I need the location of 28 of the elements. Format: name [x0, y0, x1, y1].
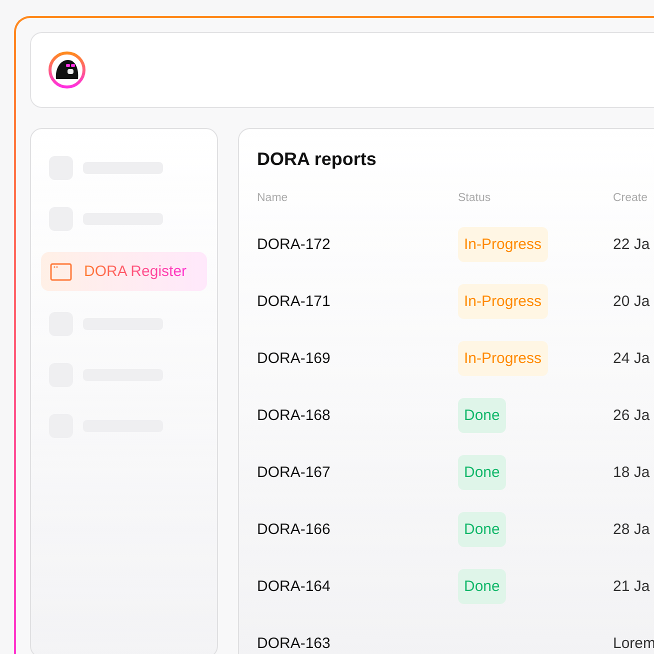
table-cell-text: 24 Ja [613, 350, 651, 367]
table-cell-text: DORA-166 [257, 521, 332, 538]
status-badge: In-Progress [458, 227, 548, 262]
panel-title: DORA reports [257, 149, 378, 170]
table-cell-text: 26 Ja [613, 407, 651, 424]
table-cell-text: 28 Ja [613, 521, 651, 538]
table-cell-text: DORA-163 [257, 635, 332, 652]
table-cell-text: DORA-172 [257, 236, 332, 253]
column-header: Create [613, 192, 649, 204]
status-badge: Done [458, 569, 506, 604]
sidebar-item[interactable]: DORA Register [41, 252, 207, 291]
status-badge: Done [458, 512, 506, 547]
table-cell-text: 20 Ja [613, 293, 651, 310]
table-cell-text: 21 Ja [613, 578, 651, 595]
table-cell-text: DORA-164 [257, 578, 332, 595]
column-header: Status [458, 192, 492, 204]
status-badge: Done [458, 398, 506, 433]
column-header: Name [257, 192, 289, 204]
window-icon [50, 262, 72, 280]
table-cell-text: DORA-171 [257, 293, 332, 310]
table-cell-text: DORA-169 [257, 350, 332, 367]
table-cell-text: DORA-167 [257, 464, 332, 481]
table-cell-text: 18 Ja [613, 464, 651, 481]
status-badge: In-Progress [458, 284, 548, 319]
table-cell-text: DORA-168 [257, 407, 332, 424]
status-badge: In-Progress [458, 341, 548, 376]
status-badge: Done [458, 455, 506, 490]
table-cell-text: 22 Ja [613, 236, 651, 253]
